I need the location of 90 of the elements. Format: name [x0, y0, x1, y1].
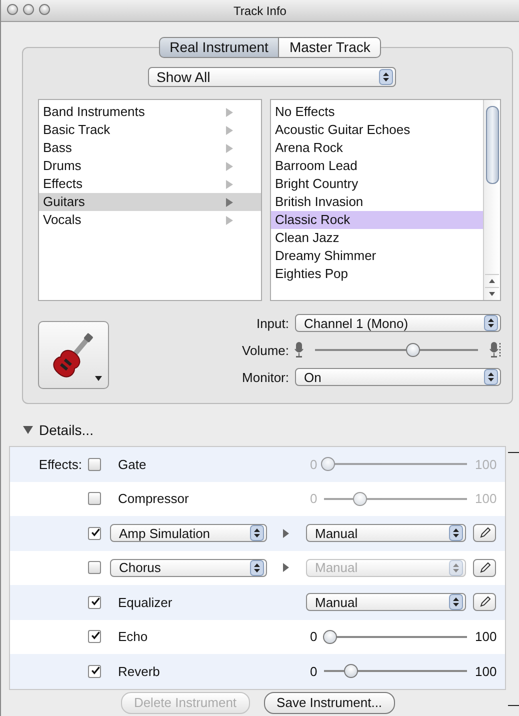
- checkbox[interactable]: [88, 492, 101, 506]
- slider-min-label: 0: [310, 456, 318, 472]
- slider-thumb[interactable]: [321, 457, 336, 472]
- slider-max-label: 100: [475, 491, 497, 506]
- input-label: Input:: [255, 316, 289, 330]
- window-control-button[interactable]: [7, 4, 18, 15]
- stepper-icon: [449, 594, 463, 610]
- preset-dropdown[interactable]: Manual: [306, 593, 466, 612]
- effect-name: Compressor: [117, 491, 189, 506]
- slider-thumb[interactable]: [352, 492, 367, 506]
- category-item[interactable]: Effects: [39, 175, 261, 193]
- stepper-icon: [250, 525, 264, 542]
- slider-min-label: 0: [310, 491, 318, 506]
- pencil-icon: [478, 596, 490, 608]
- effects-label: Effects:: [38, 456, 82, 472]
- preset-item[interactable]: Clean Jazz: [271, 229, 483, 247]
- effect-dropdown[interactable]: Amp Simulation: [110, 524, 267, 542]
- effect-name: Gate: [117, 456, 146, 472]
- slider-max-label: 100: [475, 629, 497, 644]
- tab[interactable]: Real Instrument: [158, 37, 280, 58]
- volume-label: Volume:: [241, 342, 289, 358]
- stepper-icon: [378, 69, 392, 85]
- tick-mark: [508, 452, 519, 453]
- slider-max-label: 100: [475, 664, 497, 679]
- checkbox[interactable]: [88, 458, 101, 471]
- stepper-icon: [250, 560, 264, 576]
- preset-item[interactable]: Eighties Pop: [271, 265, 483, 283]
- effect-dropdown[interactable]: Chorus: [110, 558, 267, 577]
- preset-item[interactable]: Classic Rock: [271, 211, 483, 229]
- window-control-button[interactable]: [39, 4, 50, 15]
- scroll-thumb[interactable]: [486, 106, 498, 184]
- filter-dropdown[interactable]: Show All: [148, 67, 396, 87]
- slider-thumb[interactable]: [406, 343, 420, 357]
- stepper-icon: [449, 525, 463, 542]
- slider-thumb[interactable]: [344, 664, 358, 678]
- checkbox[interactable]: [88, 630, 101, 644]
- preset-item[interactable]: Barroom Lead: [271, 157, 483, 175]
- checkbox[interactable]: [88, 561, 101, 574]
- window-control-button[interactable]: [23, 4, 34, 15]
- microphone-quiet-icon: [294, 342, 304, 358]
- preset-dropdown[interactable]: Manual: [306, 524, 466, 542]
- edit-button[interactable]: [473, 524, 496, 542]
- caret-icon: [95, 376, 102, 381]
- window-title: Track Info: [234, 4, 286, 18]
- microphone-loud-icon: [489, 342, 501, 358]
- stepper-icon: [484, 315, 498, 331]
- input-dropdown[interactable]: Channel 1 (Mono): [295, 314, 501, 332]
- slider-min-label: 0: [310, 664, 318, 679]
- stepper-icon: [484, 369, 498, 385]
- checkmark-icon: [91, 596, 100, 607]
- checkmark-icon: [91, 664, 100, 676]
- checkbox[interactable]: [88, 526, 101, 540]
- checkbox[interactable]: [88, 664, 101, 678]
- push-button[interactable]: Save Instrument...: [264, 692, 396, 714]
- checkmark-icon: [91, 526, 100, 538]
- category-item[interactable]: Guitars: [39, 193, 261, 211]
- effect-name: Echo: [117, 629, 148, 644]
- arrow-icon: [283, 563, 289, 572]
- monitor-dropdown[interactable]: On: [295, 368, 501, 386]
- scrollbar[interactable]: [483, 100, 500, 300]
- checkbox[interactable]: [88, 596, 101, 609]
- effect-name: Equalizer: [117, 594, 172, 610]
- preset-item[interactable]: British Invasion: [271, 193, 483, 211]
- category-item[interactable]: Band Instruments: [39, 103, 261, 121]
- pencil-icon: [478, 562, 490, 574]
- pencil-icon: [478, 527, 490, 540]
- category-item[interactable]: Basic Track: [39, 121, 261, 139]
- stepper-icon: [449, 560, 463, 576]
- slider-max-label: 100: [475, 456, 497, 472]
- slider-thumb[interactable]: [322, 630, 337, 644]
- category-item[interactable]: Vocals: [39, 211, 261, 229]
- category-item[interactable]: Drums: [39, 157, 261, 175]
- checkmark-icon: [91, 630, 100, 642]
- effect-name: Reverb: [117, 664, 160, 679]
- disclosure-triangle-icon: [23, 425, 33, 435]
- preset-item[interactable]: No Effects: [271, 103, 483, 121]
- details-disclosure[interactable]: Details...: [23, 421, 94, 439]
- instrument-icon-button[interactable]: [38, 321, 109, 389]
- edit-button[interactable]: [473, 593, 496, 612]
- preset-item[interactable]: Bright Country: [271, 175, 483, 193]
- monitor-label: Monitor:: [241, 370, 289, 384]
- category-item[interactable]: Bass: [39, 139, 261, 157]
- preset-item[interactable]: Arena Rock: [271, 139, 483, 157]
- arrow-icon: [283, 528, 289, 538]
- edit-button[interactable]: [473, 558, 496, 577]
- preset-item[interactable]: Dreamy Shimmer: [271, 247, 483, 265]
- preset-item[interactable]: Acoustic Guitar Echoes: [271, 121, 483, 139]
- tab[interactable]: Master Track: [279, 37, 382, 58]
- slider-min-label: 0: [310, 629, 318, 644]
- tick-mark: [508, 705, 519, 706]
